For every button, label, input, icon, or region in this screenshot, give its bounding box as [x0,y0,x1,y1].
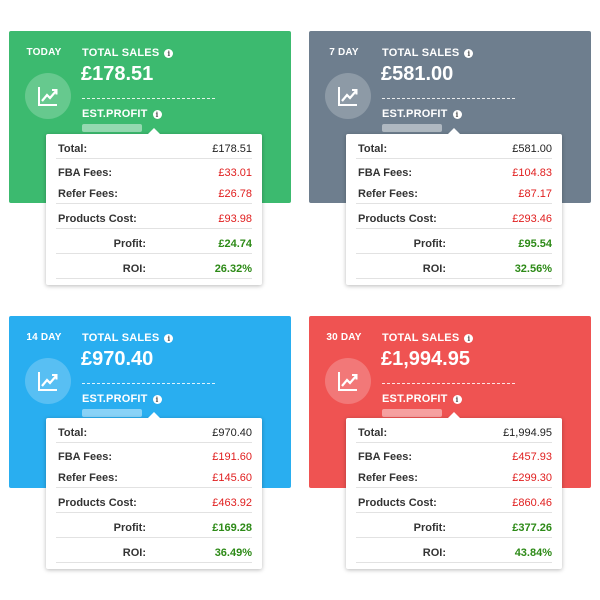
period-label: 30 DAY [326,332,362,343]
row-refer-fees: Refer Fees: £26.78 [56,185,252,204]
row-profit: Profit: £377.26 [356,519,552,538]
row-total: Total: £178.51 [56,140,252,159]
profit-breakdown-popup-30-day: Total: £1,994.95 FBA Fees: £457.93 Refer F… [346,412,562,569]
total-sales-heading: TOTAL SALES i [382,332,474,344]
total-sales-value: £970.40 [81,348,154,370]
row-roi: ROI: 26.32% [56,260,252,279]
profit-breakdown-popup-today: Total: £178.51 FBA Fees: £33.01 Refer Fees… [46,128,262,285]
info-icon[interactable]: i [164,333,174,343]
row-total: Total: £970.40 [56,424,252,443]
row-products-cost: Products Cost: £860.46 [356,494,552,513]
popup-arrow [448,128,460,134]
row-refer-fees: Refer Fees: £299.30 [356,469,552,488]
chart-trend-icon [338,372,358,391]
chart-badge [325,358,371,404]
dashed-divider [382,383,515,384]
profit-breakdown-popup-7-day: Total: £581.00 FBA Fees: £104.83 Refer Fee… [346,128,562,285]
dashed-divider [382,98,515,99]
chart-badge [25,73,71,119]
row-roi: ROI: 36.49% [56,544,252,563]
chart-trend-icon [338,87,358,106]
hidden-profit-value [382,124,442,132]
info-icon[interactable]: i [152,109,162,119]
chart-badge [25,358,71,404]
row-products-cost: Products Cost: £293.46 [356,210,552,229]
period-label: 14 DAY [26,332,62,343]
row-total: Total: £581.00 [356,140,552,159]
row-fba-fees: FBA Fees: £457.93 [358,451,552,463]
total-sales-value: £178.51 [81,63,154,85]
row-fba-fees: FBA Fees: £33.01 [58,167,252,179]
row-roi: ROI: 43.84% [356,544,552,563]
chart-trend-icon [38,372,58,391]
row-refer-fees: Refer Fees: £87.17 [356,185,552,204]
row-total: Total: £1,994.95 [356,424,552,443]
info-icon[interactable]: i [464,333,474,343]
row-fba-fees: FBA Fees: £104.83 [358,167,552,179]
info-icon[interactable]: i [152,394,162,404]
hidden-profit-value [382,409,442,417]
hidden-profit-value [82,124,142,132]
row-refer-fees: Refer Fees: £145.60 [56,469,252,488]
dashed-divider [82,98,215,99]
popup-arrow [448,412,460,418]
row-products-cost: Products Cost: £93.98 [56,210,252,229]
info-icon[interactable]: i [464,48,474,58]
row-fba-fees: FBA Fees: £191.60 [58,451,252,463]
row-profit: Profit: £95.54 [356,235,552,254]
popup-arrow [148,412,160,418]
row-products-cost: Products Cost: £463.92 [56,494,252,513]
info-icon[interactable]: i [452,109,462,119]
total-sales-value: £581.00 [381,63,454,85]
est-profit-heading[interactable]: EST.PROFIT i [82,393,162,405]
chart-trend-icon [38,87,58,106]
period-label: 7 DAY [329,47,359,58]
est-profit-heading[interactable]: EST.PROFIT i [382,393,462,405]
profit-breakdown-popup-14-day: Total: £970.40 FBA Fees: £191.60 Refer Fee… [46,412,262,569]
info-icon[interactable]: i [452,394,462,404]
chart-badge [325,73,371,119]
info-icon[interactable]: i [164,48,174,58]
total-sales-value: £1,994.95 [381,348,470,370]
row-roi: ROI: 32.56% [356,260,552,279]
total-sales-heading: TOTAL SALES i [82,332,174,344]
total-sales-heading: TOTAL SALES i [382,47,474,59]
est-profit-heading[interactable]: EST.PROFIT i [382,108,462,120]
period-label: TODAY [26,47,62,58]
hidden-profit-value [82,409,142,417]
total-sales-heading: TOTAL SALES i [82,47,174,59]
dashed-divider [82,383,215,384]
row-profit: Profit: £24.74 [56,235,252,254]
est-profit-heading[interactable]: EST.PROFIT i [82,108,162,120]
row-profit: Profit: £169.28 [56,519,252,538]
popup-arrow [148,128,160,134]
